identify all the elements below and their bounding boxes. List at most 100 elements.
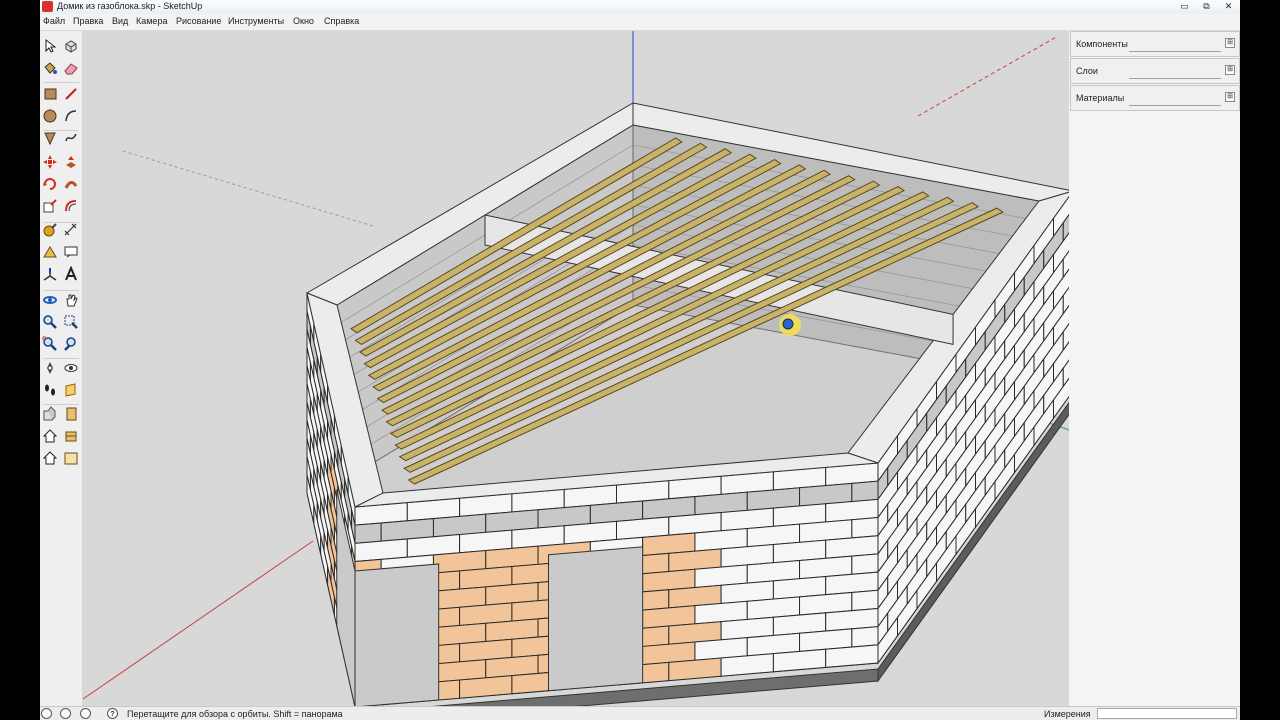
dimension-icon[interactable] (62, 221, 80, 239)
maximize-button[interactable]: ⧉ (1199, 1, 1214, 12)
offset-icon[interactable] (62, 197, 80, 215)
section-plane-icon[interactable] (62, 381, 80, 399)
position-camera-icon[interactable] (41, 359, 59, 377)
components-panel-title: Компоненты (1076, 39, 1128, 49)
share-model-icon[interactable] (62, 405, 80, 423)
3d-text-icon[interactable] (62, 265, 80, 283)
left-letterbox (0, 0, 40, 720)
measurements-input[interactable] (1097, 708, 1237, 719)
front-right-wall-opening (354, 563, 440, 706)
front-right-wall-block (851, 589, 879, 612)
panel-divider (1129, 51, 1221, 52)
components-panel[interactable]: Компоненты ⊞ (1070, 31, 1240, 57)
panel-divider (1129, 105, 1221, 106)
front-right-wall-block (668, 657, 722, 682)
get-models-icon[interactable] (41, 405, 59, 423)
axes-icon[interactable] (41, 265, 59, 283)
circle-icon[interactable] (41, 107, 59, 125)
minimize-button[interactable]: ▭ (1177, 1, 1192, 12)
protractor-icon[interactable] (41, 243, 59, 261)
menu-view[interactable]: Вид (112, 16, 128, 26)
panel-divider (1129, 78, 1221, 79)
select-icon[interactable] (41, 37, 59, 55)
menu-bar: Файл Правка Вид Камера Рисование Инструм… (40, 14, 1240, 31)
menu-tools[interactable]: Инструменты (228, 16, 284, 26)
share-component-icon[interactable] (62, 427, 80, 445)
make-component-icon[interactable] (62, 37, 80, 55)
front-right-wall-block (772, 648, 827, 673)
pan-icon[interactable] (62, 291, 80, 309)
warehouse-icon[interactable] (41, 427, 59, 445)
front-right-wall-block (851, 480, 879, 503)
sketchup-app-icon (42, 1, 53, 12)
paint-bucket-icon[interactable] (41, 59, 59, 77)
close-button[interactable]: ✕ (1221, 1, 1236, 12)
materials-panel-title: Материалы (1076, 93, 1125, 103)
front-right-wall-block (459, 675, 513, 699)
push-pull-icon[interactable] (62, 153, 80, 171)
status-bar: ? Перетащите для обзора с орбиты. Shift … (40, 706, 1240, 720)
title-bar: Домик из газоблока.skp - SketchUp ▭ ⧉ ✕ (40, 0, 1240, 15)
layers-expand-icon[interactable]: ⊞ (1225, 65, 1235, 75)
extension-icon[interactable] (62, 449, 80, 467)
large-tool-set-toolbar (40, 31, 83, 706)
orbit-icon[interactable] (41, 291, 59, 309)
toolbar-separator (43, 130, 79, 131)
orbit-cursor-icon (782, 318, 794, 330)
menu-help[interactable]: Справка (324, 16, 359, 26)
sketchup-window: Домик из газоблока.skp - SketchUp ▭ ⧉ ✕ … (40, 0, 1240, 720)
user-icon[interactable] (80, 708, 91, 719)
eraser-icon[interactable] (62, 59, 80, 77)
model-viewport[interactable] (83, 31, 1110, 706)
credits-icon[interactable] (60, 708, 71, 719)
materials-expand-icon[interactable]: ⊞ (1225, 92, 1235, 102)
status-hint: Перетащите для обзора с орбиты. Shift = … (127, 709, 343, 719)
help-icon[interactable]: ? (107, 708, 118, 719)
default-tray: Компоненты ⊞ Слои ⊞ Материалы ⊞ (1069, 31, 1240, 706)
measurements-label: Измерения (1044, 709, 1091, 719)
layers-panel[interactable]: Слои ⊞ (1070, 58, 1240, 84)
move-icon[interactable] (41, 153, 59, 171)
toolbar-separator (43, 222, 79, 223)
zoom-icon[interactable] (41, 313, 59, 331)
toolbar-separator (43, 82, 79, 83)
walk-icon[interactable] (41, 381, 59, 399)
front-right-wall-block (851, 626, 879, 648)
toolbar-separator (43, 290, 79, 291)
layers-panel-title: Слои (1076, 66, 1098, 76)
zoom-window-icon[interactable] (62, 313, 80, 331)
text-icon[interactable] (62, 243, 80, 261)
menu-draw[interactable]: Рисование (176, 16, 221, 26)
zoom-extents-icon[interactable] (41, 335, 59, 353)
front-right-wall-block (354, 522, 382, 544)
toolbar-separator (43, 358, 79, 359)
polygon-icon[interactable] (41, 129, 59, 147)
line-icon[interactable] (62, 85, 80, 103)
front-right-wall-block (825, 644, 879, 668)
materials-panel[interactable]: Материалы ⊞ (1070, 85, 1240, 111)
home-icon[interactable] (41, 449, 59, 467)
model-scene[interactable] (83, 31, 1110, 706)
toolbar-separator (43, 404, 79, 405)
menu-camera[interactable]: Камера (136, 16, 167, 26)
freehand-icon[interactable] (62, 129, 80, 147)
components-expand-icon[interactable]: ⊞ (1225, 38, 1235, 48)
follow-me-icon[interactable] (62, 175, 80, 193)
front-right-wall-block (851, 517, 879, 539)
tape-measure-icon[interactable] (41, 221, 59, 239)
front-right-wall-opening (548, 546, 644, 692)
arc-icon[interactable] (62, 107, 80, 125)
window-title: Домик из газоблока.skp - SketchUp (57, 1, 203, 11)
scale-icon[interactable] (41, 197, 59, 215)
rectangle-icon[interactable] (41, 85, 59, 103)
previous-view-icon[interactable] (62, 335, 80, 353)
rotate-icon[interactable] (41, 175, 59, 193)
front-right-wall-block (851, 553, 879, 575)
menu-edit[interactable]: Правка (73, 16, 103, 26)
menu-window[interactable]: Окно (293, 16, 314, 26)
geo-location-icon[interactable] (41, 708, 52, 719)
front-right-wall-block (720, 653, 774, 677)
right-letterbox (1240, 0, 1280, 720)
menu-file[interactable]: Файл (43, 16, 65, 26)
look-around-icon[interactable] (62, 359, 80, 377)
